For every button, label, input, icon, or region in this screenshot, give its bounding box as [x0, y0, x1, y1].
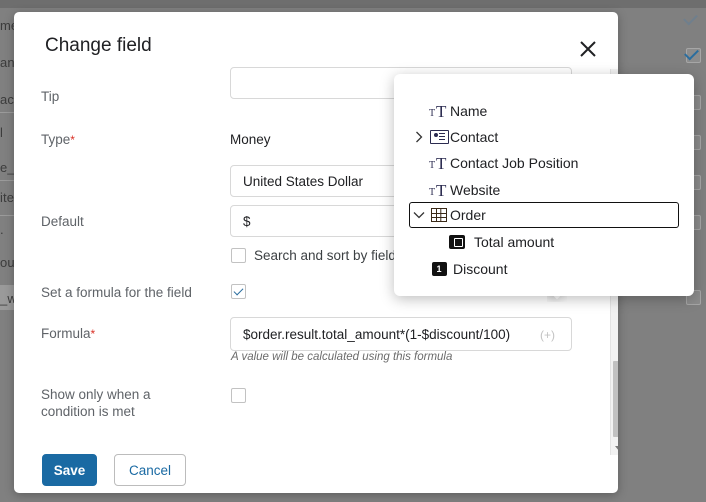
field-option-label: Website: [450, 181, 501, 198]
formula-label-text: Formula: [41, 326, 91, 341]
required-marker: *: [90, 327, 96, 341]
background-divider: [0, 215, 14, 216]
background-text-fragment: ite: [0, 190, 15, 205]
field-option-label: Name: [450, 102, 488, 119]
field-option-website[interactable]: TT Website: [410, 177, 678, 202]
check-icon: [233, 285, 244, 296]
save-button[interactable]: Save: [42, 454, 97, 486]
text-field-icon: TT: [429, 153, 447, 173]
formula-hint: A value will be calculated using this fo…: [231, 351, 453, 363]
table-grid-icon: [428, 208, 450, 222]
field-option-contact[interactable]: Contact: [410, 124, 678, 149]
field-option-total-amount[interactable]: Total amount: [410, 229, 678, 254]
chevron-down-icon[interactable]: [410, 211, 428, 219]
field-picker-popup: TT Name Contact TT Contact Job Position …: [394, 74, 694, 296]
formula-input[interactable]: $order.result.total_amount*(1-$discount/…: [230, 317, 572, 351]
background-text-fragment: .: [0, 222, 4, 237]
scrollbar-thumb[interactable]: [613, 361, 618, 437]
type-value: Money: [230, 132, 271, 147]
background-divider: [0, 180, 14, 181]
default-label: Default: [41, 214, 84, 229]
type-label: Type*: [41, 131, 75, 149]
background-divider: [0, 112, 14, 113]
formula-label: Formula*: [41, 325, 95, 343]
field-option-order[interactable]: Order: [409, 202, 679, 228]
money-field-icon: [446, 234, 468, 249]
formula-toggle-checkbox[interactable]: [231, 284, 246, 299]
dialog-title: Change field: [45, 35, 152, 56]
text-field-icon: TT: [429, 180, 447, 200]
contact-card-icon: [428, 129, 450, 144]
screen: me ant act l e_ ite . our _w Change fiel…: [0, 0, 706, 502]
cancel-button[interactable]: Cancel: [114, 454, 186, 486]
required-marker: *: [70, 133, 75, 147]
scroll-down-arrow-icon[interactable]: [611, 441, 618, 455]
close-icon[interactable]: [572, 33, 604, 65]
chevron-right-icon[interactable]: [410, 131, 428, 143]
tip-label: Tip: [41, 89, 60, 104]
background-text-fragment: e_: [0, 160, 15, 175]
field-option-label: Total amount: [474, 233, 555, 250]
field-option-label: Contact: [450, 128, 499, 145]
field-option-name[interactable]: TT Name: [410, 98, 678, 123]
search-sort-checkbox[interactable]: [231, 248, 246, 263]
formula-toggle-label: Set a formula for the field: [41, 285, 192, 300]
field-option-label: Order: [450, 207, 486, 223]
condition-checkbox[interactable]: [231, 388, 246, 403]
background-top-strip: [0, 0, 706, 8]
background-check-icon: [683, 10, 698, 26]
field-option-discount[interactable]: 1 Discount: [410, 256, 678, 281]
background-text-fragment: l: [0, 125, 3, 140]
field-option-label: Contact Job Position: [450, 154, 579, 171]
text-field-icon: TT: [429, 101, 447, 121]
search-sort-label: Search and sort by field: [254, 248, 396, 263]
field-option-label: Discount: [453, 260, 508, 277]
formula-insert-hint[interactable]: (+): [540, 328, 555, 342]
field-option-contact-job-position[interactable]: TT Contact Job Position: [410, 150, 678, 175]
number-field-icon: 1: [428, 261, 450, 276]
condition-label-text: Show only when a condition is met: [41, 387, 151, 419]
type-label-text: Type: [41, 132, 71, 147]
condition-label: Show only when a condition is met: [41, 386, 191, 420]
